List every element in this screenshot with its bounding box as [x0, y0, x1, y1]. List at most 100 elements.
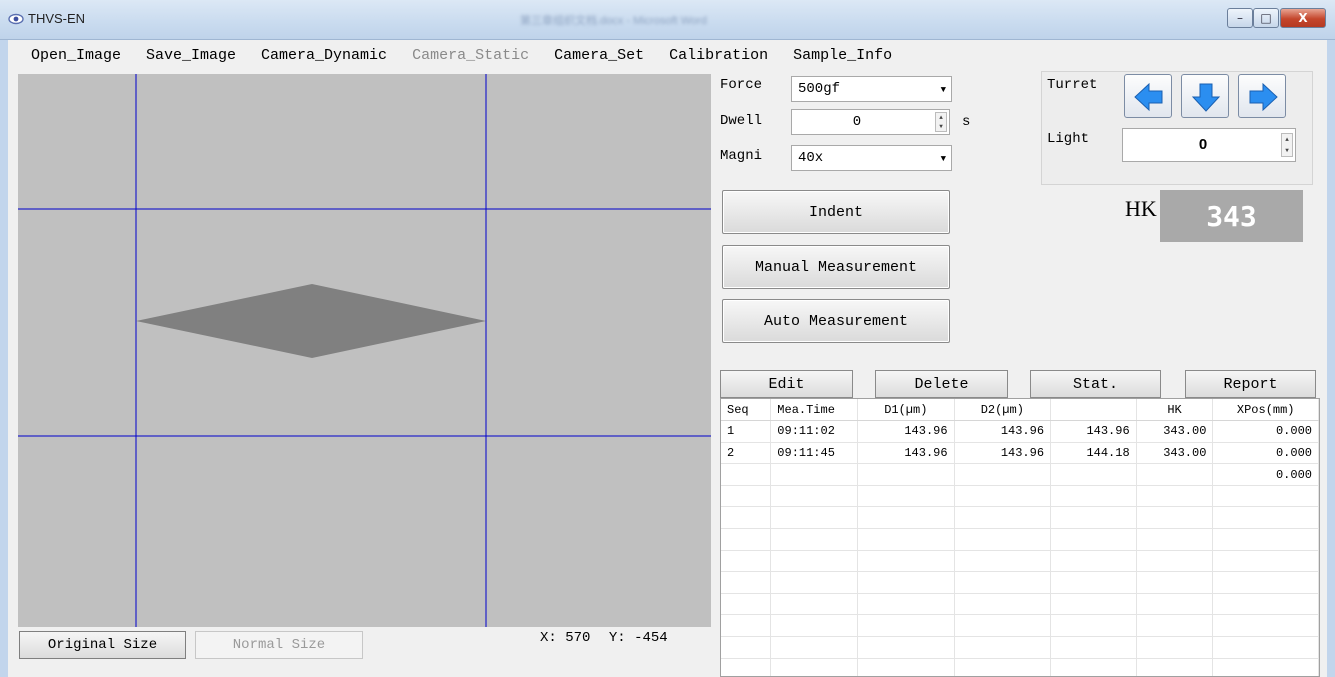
table-cell-d2[interactable]: 143.96	[954, 442, 1052, 465]
menu-item-camera-dynamic[interactable]: Camera_Dynamic	[261, 44, 387, 68]
column-header-seq[interactable]: Seq	[721, 399, 772, 422]
column-header-d2[interactable]: D2(µm)	[954, 399, 1052, 422]
auto-measurement-button[interactable]: Auto Measurement	[722, 299, 950, 343]
table-cell-empty[interactable]	[857, 506, 955, 530]
indent-button[interactable]: Indent	[722, 190, 950, 234]
table-cell-empty[interactable]	[1050, 571, 1137, 594]
column-header-col5[interactable]	[1050, 399, 1137, 422]
table-cell-empty[interactable]	[770, 614, 859, 638]
table-cell-empty[interactable]	[721, 614, 772, 638]
table-cell-empty[interactable]	[857, 528, 955, 551]
table-cell-empty[interactable]	[721, 506, 772, 530]
table-cell-empty[interactable]	[954, 614, 1052, 638]
table-cell-mea-time[interactable]	[770, 463, 859, 486]
dwell-spinner[interactable]: 0 ▲ ▼	[791, 109, 950, 135]
light-spinner[interactable]: 0 ▲ ▼	[1122, 128, 1296, 162]
menu-item-open-image[interactable]: Open_Image	[31, 44, 121, 68]
table-cell-xpos[interactable]: 0.000	[1212, 442, 1319, 465]
table-cell-empty[interactable]	[721, 593, 772, 616]
turret-left-button[interactable]	[1124, 74, 1172, 118]
table-cell-mea-time[interactable]: 09:11:02	[770, 420, 859, 443]
table-cell-d1[interactable]: 143.96	[857, 442, 955, 465]
table-cell-empty[interactable]	[770, 506, 859, 530]
table-cell-empty[interactable]	[1136, 485, 1214, 508]
table-cell-col5[interactable]: 143.96	[1050, 420, 1137, 443]
table-cell-empty[interactable]	[770, 528, 859, 551]
table-row-empty[interactable]	[721, 593, 1319, 616]
table-row[interactable]: 2 09:11:45 143.96 143.96 144.18 343.00 0.000	[721, 442, 1319, 465]
table-cell-empty[interactable]	[954, 485, 1052, 508]
table-row-empty[interactable]	[721, 550, 1319, 573]
table-cell-empty[interactable]	[1136, 506, 1214, 530]
table-cell-seq[interactable]: 1	[721, 420, 772, 443]
table-cell-empty[interactable]	[857, 550, 955, 573]
table-row[interactable]: 0.000	[721, 463, 1319, 486]
table-cell-col5[interactable]: 144.18	[1050, 442, 1137, 465]
table-cell-empty[interactable]	[721, 550, 772, 573]
spin-updown-icon[interactable]: ▲ ▼	[935, 112, 947, 132]
table-cell-empty[interactable]	[1212, 593, 1319, 616]
table-cell-empty[interactable]	[1212, 636, 1319, 659]
table-cell-xpos[interactable]: 0.000	[1212, 463, 1319, 486]
minimize-button[interactable]: –	[1227, 8, 1253, 28]
table-cell-empty[interactable]	[857, 593, 955, 616]
table-row[interactable]: 1 09:11:02 143.96 143.96 143.96 343.00 0.000	[721, 420, 1319, 443]
table-row-empty[interactable]	[721, 506, 1319, 530]
table-cell-empty[interactable]	[770, 593, 859, 616]
table-cell-empty[interactable]	[770, 571, 859, 594]
table-cell-empty[interactable]	[1212, 571, 1319, 594]
column-header-mea-time[interactable]: Mea.Time	[770, 399, 859, 422]
table-cell-empty[interactable]	[1136, 636, 1214, 659]
table-row-empty[interactable]	[721, 636, 1319, 659]
maximize-button[interactable]: □	[1253, 8, 1279, 28]
table-cell-mea-time[interactable]: 09:11:45	[770, 442, 859, 465]
menu-item-camera-set[interactable]: Camera_Set	[554, 44, 644, 68]
measurement-table[interactable]: Seq Mea.Time D1(µm) D2(µm) HK XPos(mm) 1 09:11:…	[720, 398, 1320, 677]
menu-item-save-image[interactable]: Save_Image	[146, 44, 236, 68]
table-cell-empty[interactable]	[721, 485, 772, 508]
table-cell-empty[interactable]	[1050, 658, 1137, 676]
close-button[interactable]: X	[1280, 8, 1326, 28]
table-cell-hk[interactable]: 343.00	[1136, 420, 1214, 443]
table-cell-empty[interactable]	[857, 636, 955, 659]
table-cell-empty[interactable]	[1050, 550, 1137, 573]
table-cell-empty[interactable]	[770, 550, 859, 573]
delete-button[interactable]: Delete	[875, 370, 1008, 398]
table-cell-empty[interactable]	[1136, 658, 1214, 676]
table-cell-empty[interactable]	[1050, 636, 1137, 659]
table-cell-empty[interactable]	[1212, 614, 1319, 638]
table-cell-d1[interactable]	[857, 463, 955, 486]
camera-viewport[interactable]	[18, 74, 711, 627]
table-row-empty[interactable]	[721, 614, 1319, 638]
table-cell-empty[interactable]	[954, 571, 1052, 594]
table-cell-empty[interactable]	[1212, 485, 1319, 508]
table-cell-empty[interactable]	[1136, 571, 1214, 594]
table-cell-empty[interactable]	[1136, 528, 1214, 551]
table-cell-seq[interactable]: 2	[721, 442, 772, 465]
table-cell-empty[interactable]	[1050, 485, 1137, 508]
table-cell-empty[interactable]	[721, 636, 772, 659]
table-cell-empty[interactable]	[1212, 550, 1319, 573]
table-cell-empty[interactable]	[770, 658, 859, 676]
table-cell-empty[interactable]	[1050, 614, 1137, 638]
table-cell-empty[interactable]	[1136, 550, 1214, 573]
table-cell-d2[interactable]	[954, 463, 1052, 486]
table-row-empty[interactable]	[721, 485, 1319, 508]
table-cell-empty[interactable]	[954, 528, 1052, 551]
table-cell-hk[interactable]: 343.00	[1136, 442, 1214, 465]
table-cell-empty[interactable]	[1212, 658, 1319, 676]
table-cell-empty[interactable]	[857, 485, 955, 508]
table-cell-col5[interactable]	[1050, 463, 1137, 486]
table-cell-empty[interactable]	[954, 506, 1052, 530]
menu-item-sample-info[interactable]: Sample_Info	[793, 44, 892, 68]
table-cell-xpos[interactable]: 0.000	[1212, 420, 1319, 443]
magni-select[interactable]: 40x ▼	[791, 145, 952, 171]
table-cell-empty[interactable]	[721, 571, 772, 594]
table-row-empty[interactable]	[721, 528, 1319, 551]
table-cell-empty[interactable]	[1136, 593, 1214, 616]
table-cell-empty[interactable]	[954, 593, 1052, 616]
table-cell-empty[interactable]	[954, 658, 1052, 676]
table-cell-empty[interactable]	[721, 528, 772, 551]
table-cell-empty[interactable]	[954, 636, 1052, 659]
table-cell-empty[interactable]	[954, 550, 1052, 573]
